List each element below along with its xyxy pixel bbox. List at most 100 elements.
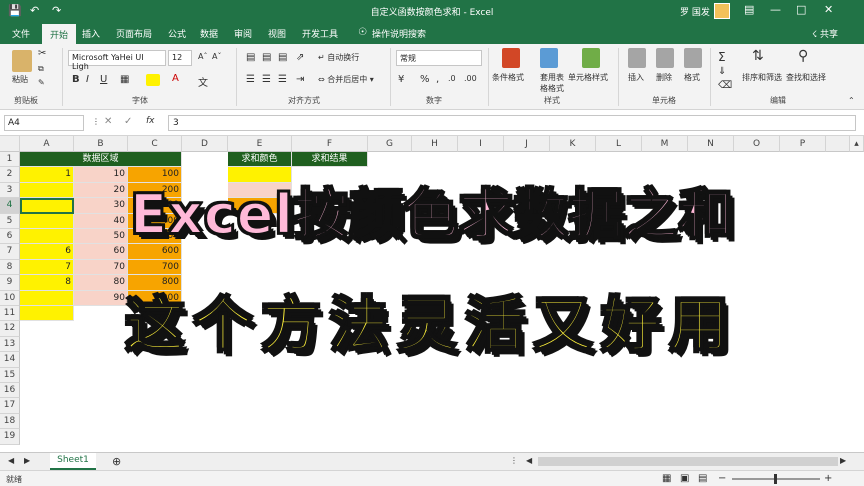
sheet-tab-sheet1[interactable]: Sheet1: [50, 453, 96, 470]
fill-color-icon[interactable]: [146, 74, 160, 86]
conditional-format-icon[interactable]: [502, 48, 520, 68]
tab-page-layout[interactable]: 页面布局: [116, 27, 152, 40]
percent-icon[interactable]: %: [420, 74, 430, 85]
col-header-e[interactable]: E: [228, 136, 292, 152]
col-header-o[interactable]: O: [734, 136, 780, 152]
zoom-out-icon[interactable]: −: [718, 473, 726, 484]
table-format-icon[interactable]: [540, 48, 558, 68]
col-header-more[interactable]: [826, 136, 850, 152]
decrease-decimal-icon[interactable]: .00: [464, 74, 477, 83]
decrease-font-icon[interactable]: Aˇ: [212, 52, 221, 61]
hscroll-right-arrow[interactable]: ▶: [840, 456, 846, 465]
format-painter-icon[interactable]: ✎: [38, 78, 45, 87]
format-cells-icon[interactable]: [684, 48, 702, 68]
font-name-box[interactable]: Microsoft YaHei UI Ligh: [68, 50, 166, 71]
name-box[interactable]: A4: [4, 115, 84, 131]
cell-c[interactable]: 700: [128, 259, 182, 276]
tab-review[interactable]: 审阅: [234, 27, 252, 40]
italic-icon[interactable]: I: [86, 74, 89, 85]
enter-icon[interactable]: ✓: [124, 116, 132, 127]
align-left-icon[interactable]: ☰: [246, 74, 255, 85]
col-header-i[interactable]: I: [458, 136, 504, 152]
col-header-k[interactable]: K: [550, 136, 596, 152]
normal-view-icon[interactable]: ▦: [662, 473, 671, 484]
col-header-j[interactable]: J: [504, 136, 550, 152]
find-select-icon[interactable]: ⚲: [798, 48, 808, 64]
page-break-view-icon[interactable]: ▤: [698, 473, 707, 484]
page-layout-view-icon[interactable]: ▣: [680, 473, 689, 484]
header-sum-result[interactable]: 求和结果: [292, 152, 368, 168]
select-all-corner[interactable]: [0, 136, 20, 152]
font-color-icon[interactable]: A: [172, 73, 179, 84]
hscroll-options-icon[interactable]: ⋮: [510, 456, 518, 465]
tab-home[interactable]: 开始: [42, 24, 77, 44]
zoom-slider-thumb[interactable]: [774, 474, 777, 484]
col-header-c[interactable]: C: [128, 136, 182, 152]
tab-insert[interactable]: 插入: [82, 27, 100, 40]
row-header[interactable]: 15: [0, 367, 20, 383]
cell-styles-label[interactable]: 单元格样式: [568, 72, 608, 83]
col-header-l[interactable]: L: [596, 136, 642, 152]
comma-icon[interactable]: ,: [436, 74, 439, 85]
delete-cells-icon[interactable]: [656, 48, 674, 68]
number-format-box[interactable]: 常规: [396, 50, 482, 66]
align-bottom-icon[interactable]: ▤: [278, 52, 287, 63]
ribbon-display-icon[interactable]: ▤: [744, 3, 754, 16]
paste-icon[interactable]: [12, 50, 32, 72]
orientation-icon[interactable]: ⇗: [296, 52, 304, 63]
col-header-d[interactable]: D: [182, 136, 228, 152]
currency-icon[interactable]: ¥: [398, 74, 404, 85]
col-header-g[interactable]: G: [368, 136, 412, 152]
col-header-b[interactable]: B: [74, 136, 128, 152]
row-header[interactable]: 18: [0, 413, 20, 430]
sort-filter-label[interactable]: 排序和筛选: [742, 72, 782, 83]
tab-formulas[interactable]: 公式: [168, 27, 186, 40]
indent-icon[interactable]: ⇥: [296, 74, 304, 85]
cell-styles-icon[interactable]: [582, 48, 600, 68]
insert-function-icon[interactable]: fx: [146, 116, 155, 126]
align-top-icon[interactable]: ▤: [246, 52, 255, 63]
merge-center-button[interactable]: ⇔ 合并后居中 ▾: [318, 74, 374, 85]
increase-font-icon[interactable]: Aˆ: [198, 52, 207, 61]
row-header[interactable]: 17: [0, 398, 20, 414]
conditional-format-label[interactable]: 条件格式: [492, 72, 524, 83]
align-middle-icon[interactable]: ▤: [262, 52, 271, 63]
cell-a[interactable]: 7: [20, 259, 74, 276]
add-sheet-icon[interactable]: ⊕: [112, 455, 121, 468]
align-right-icon[interactable]: ☰: [278, 74, 287, 85]
avatar[interactable]: [714, 3, 730, 19]
row-header[interactable]: 8: [0, 259, 20, 276]
tab-view[interactable]: 视图: [268, 27, 286, 40]
table-format-label[interactable]: 套用表格格式: [540, 72, 566, 94]
sort-filter-icon[interactable]: ⇅: [752, 48, 764, 64]
close-button[interactable]: ✕: [824, 3, 833, 16]
header-data-range[interactable]: 数据区域: [20, 152, 182, 168]
formula-input[interactable]: 3: [168, 115, 856, 131]
wrap-text-button[interactable]: ↵ 自动换行: [318, 52, 359, 63]
col-header-h[interactable]: H: [412, 136, 458, 152]
row-header[interactable]: 16: [0, 383, 20, 399]
tab-data[interactable]: 数据: [200, 27, 218, 40]
tab-file[interactable]: 文件: [12, 27, 30, 40]
cell-b[interactable]: 70: [74, 259, 128, 276]
clear-icon[interactable]: ⌫: [718, 80, 732, 91]
align-center-icon[interactable]: ☰: [262, 74, 271, 85]
tell-me-search[interactable]: 操作说明搜索: [372, 27, 426, 40]
zoom-in-icon[interactable]: +: [824, 473, 832, 484]
cancel-icon[interactable]: ✕: [104, 116, 112, 127]
hscroll-left-arrow[interactable]: ◀: [526, 456, 532, 465]
sheet-prev-icon[interactable]: ◀: [8, 456, 14, 465]
find-select-label[interactable]: 查找和选择: [786, 72, 826, 83]
tab-developer[interactable]: 开发工具: [302, 27, 338, 40]
header-sum-color[interactable]: 求和颜色: [228, 152, 292, 168]
col-header-n[interactable]: N: [688, 136, 734, 152]
fill-icon[interactable]: ⇓: [718, 66, 726, 77]
row-header[interactable]: 1: [0, 152, 20, 168]
minimize-button[interactable]: —: [770, 3, 781, 16]
font-size-box[interactable]: 12: [168, 50, 192, 66]
autosum-icon[interactable]: Σ: [718, 50, 726, 64]
increase-decimal-icon[interactable]: .0: [448, 74, 456, 83]
hscroll-track[interactable]: [538, 457, 838, 466]
user-name[interactable]: 罗 国发: [680, 5, 710, 18]
copy-icon[interactable]: ⧉: [38, 64, 44, 74]
